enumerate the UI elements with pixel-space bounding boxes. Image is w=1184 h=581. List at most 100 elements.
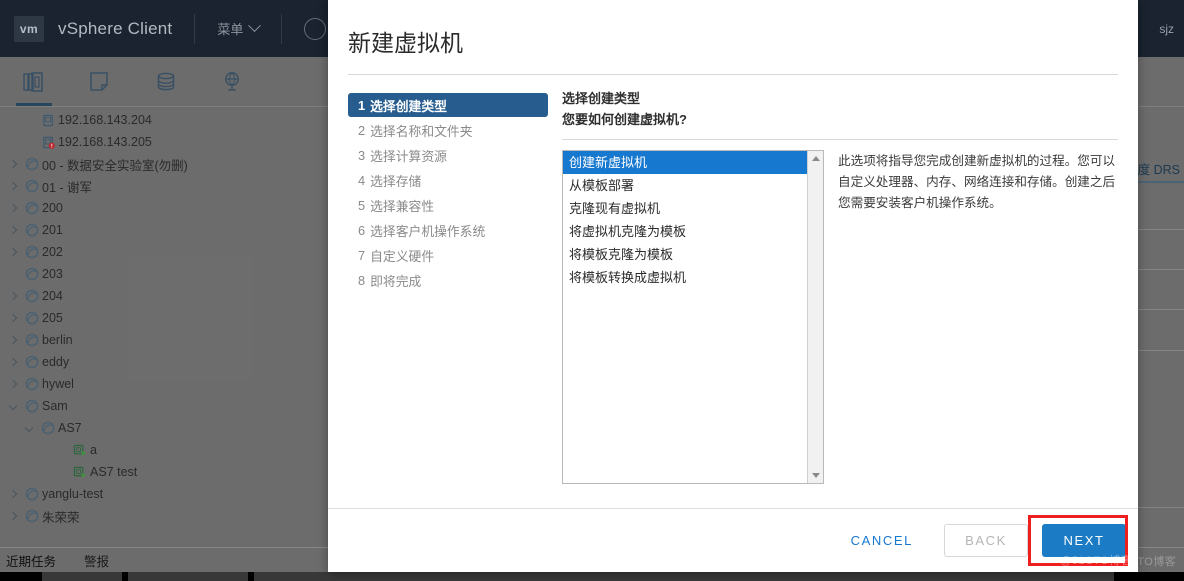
wizard-step-3[interactable]: 3 选择计算资源 [348, 143, 548, 167]
tree-item-192.168.143.204[interactable]: 192.168.143.204 [0, 109, 328, 131]
chevron-right-icon[interactable] [4, 159, 22, 169]
chevron-right-icon[interactable] [4, 357, 22, 367]
resource-pool-icon [25, 355, 39, 369]
tree-item-01---谢军[interactable]: 01 - 谢军 [0, 175, 328, 197]
wizard-step-5[interactable]: 5 选择兼容性 [348, 193, 548, 217]
scroll-down-arrow-icon[interactable] [808, 468, 823, 483]
creation-type-option[interactable]: 创建新虚拟机 [563, 151, 807, 174]
wizard-step-number: 2 [358, 122, 366, 138]
chevron-right-icon[interactable] [4, 511, 22, 521]
vm-powered-on-icon [73, 444, 87, 456]
resource-pool-icon [22, 487, 42, 501]
tree-item-200[interactable]: 200 [0, 197, 328, 219]
header-divider-2 [281, 13, 283, 44]
creation-type-listbox[interactable]: 创建新虚拟机 从模板部署 克隆现有虚拟机 将虚拟机克隆为模板 将模板克隆为模板 将模板转换… [562, 150, 824, 484]
vm-powered-on-icon [70, 444, 90, 457]
chevron-down-icon[interactable] [4, 401, 22, 411]
tree-item-AS7[interactable]: AS7 [0, 417, 328, 439]
menu-dropdown[interactable]: 菜单 [217, 19, 262, 38]
inventory-tree[interactable]: 192.168.143.204 192.168.143.205 00 - 数据安全实… [0, 107, 328, 547]
wizard-step-number: 7 [358, 247, 366, 263]
toolbar-item-vms-and-templates[interactable] [80, 57, 120, 106]
toolbar-item-networking[interactable] [212, 57, 252, 106]
wizard-step-2[interactable]: 2 选择名称和文件夹 [348, 118, 548, 142]
tree-item-label: a [90, 443, 97, 457]
resource-pool-icon [25, 179, 39, 193]
resource-pool-icon [25, 201, 39, 215]
toolbar-item-hosts-and-clusters[interactable] [14, 57, 54, 106]
tree-item-201[interactable]: 201 [0, 219, 328, 241]
taskbar-button[interactable] [42, 572, 122, 581]
wizard-step-8[interactable]: 8 即将完成 [348, 268, 548, 292]
tree-item-eddy[interactable]: eddy [0, 351, 328, 373]
resource-pool-icon [22, 201, 42, 215]
toolbar-item-storage[interactable] [146, 57, 186, 106]
tree-item-朱荣荣[interactable]: 朱荣荣 [0, 505, 328, 527]
cancel-button[interactable]: CANCEL [834, 524, 930, 557]
tree-item-Sam[interactable]: Sam [0, 395, 328, 417]
alarms-tab[interactable]: 警报 [84, 551, 109, 570]
tree-item-berlin[interactable]: berlin [0, 329, 328, 351]
tree-item-yanglu-test[interactable]: yanglu-test [0, 483, 328, 505]
tree-item-202[interactable]: 202 [0, 241, 328, 263]
tree-item-AS7-test[interactable]: AS7 test [0, 461, 328, 483]
wizard-step-list[interactable]: 1 选择创建类型 2 选择名称和文件夹 3 选择计算资源 4 选择存储 5 选择兼容性 6 选择客户机… [348, 89, 548, 508]
vsphere-client-screen: vm vSphere Client 菜单 sjz 192.168.143.204… [0, 0, 1184, 581]
recent-tasks-tab[interactable]: 近期任务 [6, 551, 56, 570]
back-button[interactable]: BACK [944, 524, 1028, 557]
tree-item-label: AS7 [58, 421, 82, 435]
chevron-right-icon[interactable] [4, 291, 22, 301]
wizard-step-label: 自定义硬件 [370, 248, 435, 264]
tree-item-00---数据安全实验室(勿删)[interactable]: 00 - 数据安全实验室(勿删) [0, 153, 328, 175]
user-menu[interactable]: sjz [1159, 22, 1184, 36]
next-button[interactable]: NEXT [1042, 524, 1126, 557]
creation-type-option[interactable]: 从模板部署 [563, 174, 807, 197]
tree-item-205[interactable]: 205 [0, 307, 328, 329]
chevron-right-icon[interactable] [4, 379, 22, 389]
tree-item-203[interactable]: 203 [0, 263, 328, 285]
chevron-right-icon[interactable] [4, 203, 22, 213]
wizard-step-label: 即将完成 [370, 273, 422, 289]
resource-pool-icon [22, 509, 42, 523]
creation-type-option[interactable]: 将模板转换成虚拟机 [563, 266, 807, 289]
resource-pool-icon [25, 223, 39, 237]
chevron-right-icon[interactable] [4, 247, 22, 257]
wizard-pane: 选择创建类型 您要如何创建虚拟机? 创建新虚拟机 从模板部署 克隆现有虚拟机 将虚拟机… [548, 89, 1118, 508]
wizard-step-7[interactable]: 7 自定义硬件 [348, 243, 548, 267]
vmware-logo: vm [14, 15, 44, 42]
tree-item-label: yanglu-test [42, 487, 104, 501]
tree-item-a[interactable]: a [0, 439, 328, 461]
option-description: 此选项将指导您完成创建新虚拟机的过程。您可以自定义处理器、内存、网络连接和存储。… [838, 154, 1116, 210]
wizard-step-number: 4 [358, 172, 366, 188]
chevron-down-icon[interactable] [20, 423, 38, 433]
resource-pool-icon [22, 333, 42, 347]
wizard-step-label: 选择创建类型 [370, 98, 447, 114]
listbox-scrollbar[interactable] [807, 151, 823, 483]
wizard-step-1[interactable]: 1 选择创建类型 [348, 93, 548, 117]
chevron-right-icon[interactable] [4, 335, 22, 345]
creation-type-options[interactable]: 创建新虚拟机 从模板部署 克隆现有虚拟机 将虚拟机克隆为模板 将模板克隆为模板 将模板转换… [563, 151, 807, 483]
tree-item-hywel[interactable]: hywel [0, 373, 328, 395]
chevron-right-icon[interactable] [4, 313, 22, 323]
wizard-step-label: 选择客户机操作系统 [370, 223, 486, 239]
creation-type-option[interactable]: 将虚拟机克隆为模板 [563, 220, 807, 243]
dialog-title: 新建虚拟机 [348, 30, 463, 56]
chevron-right-icon[interactable] [4, 489, 22, 499]
creation-type-option[interactable]: 克隆现有虚拟机 [563, 197, 807, 220]
chevron-right-icon[interactable] [4, 181, 22, 191]
wizard-step-4[interactable]: 4 选择存储 [348, 168, 548, 192]
taskbar-button[interactable] [128, 572, 248, 581]
resource-pool-icon [22, 355, 42, 369]
resource-pool-icon [25, 289, 39, 303]
resource-pool-icon [25, 399, 39, 413]
wizard-step-6[interactable]: 6 选择客户机操作系统 [348, 218, 548, 242]
tree-item-204[interactable]: 204 [0, 285, 328, 307]
search-icon[interactable] [304, 17, 327, 40]
tree-item-192.168.143.205[interactable]: 192.168.143.205 [0, 131, 328, 153]
resource-pool-icon [25, 333, 39, 347]
scroll-up-arrow-icon[interactable] [808, 151, 823, 166]
chevron-right-icon[interactable] [4, 225, 22, 235]
resource-pool-icon [25, 245, 39, 259]
creation-type-option[interactable]: 将模板克隆为模板 [563, 243, 807, 266]
taskbar-button[interactable] [254, 572, 1114, 581]
